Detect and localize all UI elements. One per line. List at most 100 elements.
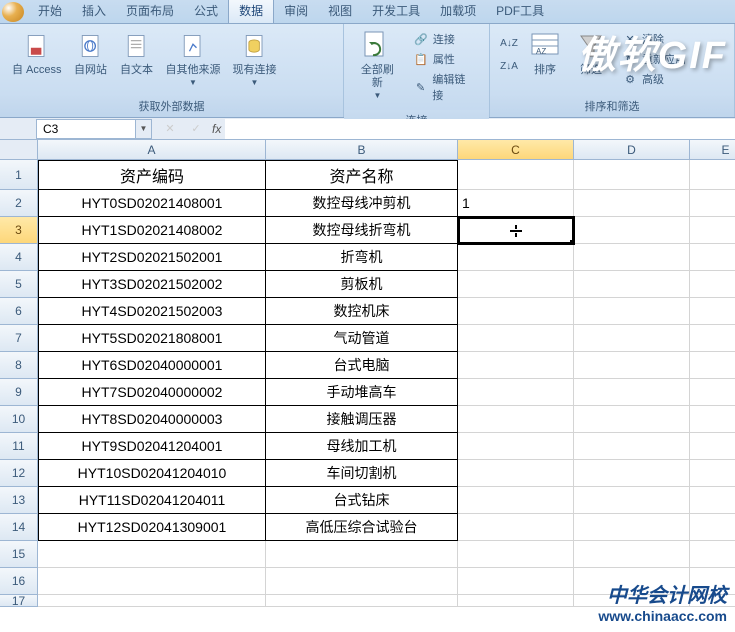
cell-A4[interactable]: HYT2SD02021502001	[38, 244, 266, 271]
cell-D10[interactable]	[574, 406, 690, 433]
cell-E2[interactable]	[690, 190, 735, 217]
enter-icon[interactable]: ✓	[186, 120, 206, 138]
row-header-6[interactable]: 6	[0, 298, 38, 325]
cell-A8[interactable]: HYT6SD02040000001	[38, 352, 266, 379]
cell-D7[interactable]	[574, 325, 690, 352]
cell-E16[interactable]	[690, 568, 735, 595]
cell-D4[interactable]	[574, 244, 690, 271]
cell-B9[interactable]: 手动堆高车	[266, 379, 458, 406]
fx-button[interactable]: fx	[212, 122, 221, 136]
cell-A12[interactable]: HYT10SD02041204010	[38, 460, 266, 487]
external-data-button-4[interactable]: 现有连接▼	[227, 28, 283, 89]
filter-item-2[interactable]: ⚙高级	[618, 70, 690, 88]
cell-E10[interactable]	[690, 406, 735, 433]
cell-E12[interactable]	[690, 460, 735, 487]
cell-A5[interactable]: HYT3SD02021502002	[38, 271, 266, 298]
cell-B17[interactable]	[266, 595, 458, 607]
cell-C10[interactable]	[458, 406, 574, 433]
external-data-button-2[interactable]: 自文本	[114, 28, 160, 79]
tab-公式[interactable]: 公式	[184, 0, 228, 23]
cell-E5[interactable]	[690, 271, 735, 298]
cell-B2[interactable]: 数控母线冲剪机	[266, 190, 458, 217]
cell-D15[interactable]	[574, 541, 690, 568]
cell-B7[interactable]: 气动管道	[266, 325, 458, 352]
name-box-dropdown[interactable]: ▼	[136, 119, 152, 139]
cell-D1[interactable]	[574, 160, 690, 190]
app-logo[interactable]	[2, 2, 24, 22]
cell-B6[interactable]: 数控机床	[266, 298, 458, 325]
row-header-3[interactable]: 3	[0, 217, 38, 244]
column-header-C[interactable]: C	[458, 140, 574, 160]
column-header-D[interactable]: D	[574, 140, 690, 160]
column-header-B[interactable]: B	[266, 140, 458, 160]
cell-A10[interactable]: HYT8SD02040000003	[38, 406, 266, 433]
row-header-7[interactable]: 7	[0, 325, 38, 352]
row-header-5[interactable]: 5	[0, 271, 38, 298]
tab-数据[interactable]: 数据	[228, 0, 274, 23]
cell-C11[interactable]	[458, 433, 574, 460]
cell-B12[interactable]: 车间切割机	[266, 460, 458, 487]
row-header-12[interactable]: 12	[0, 460, 38, 487]
row-header-1[interactable]: 1	[0, 160, 38, 190]
cell-C5[interactable]	[458, 271, 574, 298]
filter-button[interactable]: 筛选	[568, 28, 614, 79]
tab-加载项[interactable]: 加载项	[430, 0, 486, 23]
cell-E13[interactable]	[690, 487, 735, 514]
cell-B4[interactable]: 折弯机	[266, 244, 458, 271]
refresh-all-button[interactable]: 全部刷新 ▼	[350, 28, 405, 102]
cell-B16[interactable]	[266, 568, 458, 595]
cell-A1[interactable]: 资产编码	[38, 160, 266, 190]
cell-A9[interactable]: HYT7SD02040000002	[38, 379, 266, 406]
cell-E3[interactable]	[690, 217, 735, 244]
cell-C16[interactable]	[458, 568, 574, 595]
formula-input[interactable]	[225, 119, 735, 139]
row-header-16[interactable]: 16	[0, 568, 38, 595]
name-box[interactable]: C3	[36, 119, 136, 139]
row-header-9[interactable]: 9	[0, 379, 38, 406]
cell-E8[interactable]	[690, 352, 735, 379]
row-header-11[interactable]: 11	[0, 433, 38, 460]
cell-C8[interactable]	[458, 352, 574, 379]
row-header-15[interactable]: 15	[0, 541, 38, 568]
row-header-13[interactable]: 13	[0, 487, 38, 514]
select-all-button[interactable]	[0, 140, 38, 160]
row-header-14[interactable]: 14	[0, 514, 38, 541]
cell-B15[interactable]	[266, 541, 458, 568]
cell-C6[interactable]	[458, 298, 574, 325]
cell-C1[interactable]	[458, 160, 574, 190]
cell-D16[interactable]	[574, 568, 690, 595]
column-header-A[interactable]: A	[38, 140, 266, 160]
fill-handle[interactable]	[570, 240, 574, 244]
cell-D8[interactable]	[574, 352, 690, 379]
cell-C14[interactable]	[458, 514, 574, 541]
cell-A14[interactable]: HYT12SD02041309001	[38, 514, 266, 541]
connection-item-0[interactable]: 🔗连接	[409, 30, 479, 48]
tab-插入[interactable]: 插入	[72, 0, 116, 23]
cell-C2[interactable]: 1	[458, 190, 574, 217]
cell-E11[interactable]	[690, 433, 735, 460]
cell-A17[interactable]	[38, 595, 266, 607]
row-header-17[interactable]: 17	[0, 595, 38, 607]
cell-C17[interactable]	[458, 595, 574, 607]
cell-B11[interactable]: 母线加工机	[266, 433, 458, 460]
cell-E4[interactable]	[690, 244, 735, 271]
cell-B5[interactable]: 剪板机	[266, 271, 458, 298]
cell-E17[interactable]	[690, 595, 735, 607]
cell-E6[interactable]	[690, 298, 735, 325]
sort-asc-button[interactable]: A↓Z	[498, 32, 520, 54]
cell-D12[interactable]	[574, 460, 690, 487]
cell-D11[interactable]	[574, 433, 690, 460]
cell-B13[interactable]: 台式钻床	[266, 487, 458, 514]
cell-C3[interactable]	[458, 217, 574, 244]
cell-C7[interactable]	[458, 325, 574, 352]
connection-item-1[interactable]: 📋属性	[409, 50, 479, 68]
cell-E14[interactable]	[690, 514, 735, 541]
column-header-E[interactable]: E	[690, 140, 735, 160]
row-header-2[interactable]: 2	[0, 190, 38, 217]
connection-item-2[interactable]: ✎编辑链接	[409, 70, 479, 104]
tab-开发工具[interactable]: 开发工具	[362, 0, 430, 23]
cell-A13[interactable]: HYT11SD02041204011	[38, 487, 266, 514]
cell-B14[interactable]: 高低压综合试验台	[266, 514, 458, 541]
cell-C13[interactable]	[458, 487, 574, 514]
cell-A7[interactable]: HYT5SD02021808001	[38, 325, 266, 352]
